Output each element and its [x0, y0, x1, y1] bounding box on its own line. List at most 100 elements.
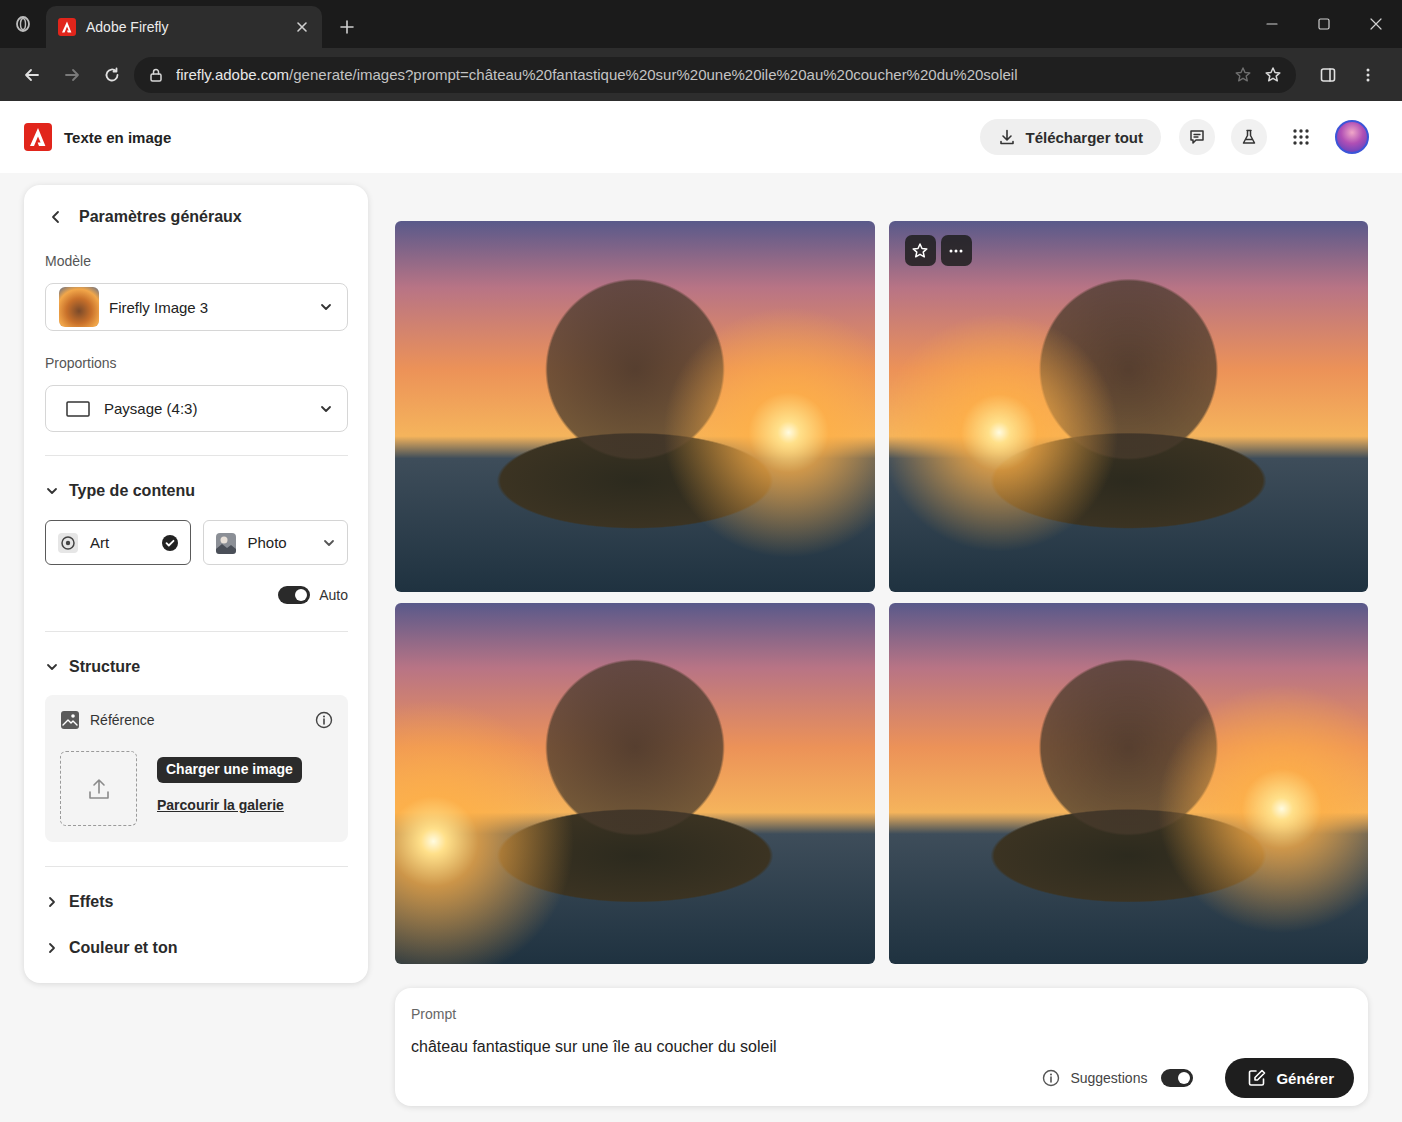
model-value[interactable]: Firefly Image 3 [109, 299, 309, 316]
reload-button[interactable] [92, 57, 132, 93]
prompt-input[interactable]: château fantastique sur une île au couch… [411, 1036, 1354, 1058]
section-title[interactable]: Type de contenu [69, 482, 195, 500]
image-dropzone[interactable] [60, 751, 137, 826]
browser-logo[interactable] [0, 0, 46, 48]
maximize-button[interactable] [1298, 0, 1350, 48]
expand-chevron-icon[interactable] [45, 484, 59, 498]
dropdown-chevron-icon[interactable] [319, 402, 333, 416]
close-window-button[interactable] [1350, 0, 1402, 48]
tab-label[interactable]: Adobe Firefly [86, 19, 284, 35]
bookmark-star-icon[interactable] [1264, 66, 1282, 84]
reference-title: Référence [90, 712, 305, 728]
url-host[interactable]: firefly.adobe.com [176, 66, 289, 83]
browser-logo-icon [15, 16, 31, 32]
content-type-option[interactable]: Photo [203, 520, 349, 565]
auto-toggle[interactable] [278, 586, 310, 604]
section-title[interactable]: Couleur et ton [69, 939, 177, 957]
divider [45, 455, 348, 456]
browse-gallery-link[interactable]: Parcourir la galerie [157, 797, 284, 813]
model-label: Modèle [45, 251, 348, 271]
section-header[interactable]: Couleur et ton [45, 936, 348, 960]
download-all-button[interactable]: Télécharger tout [980, 119, 1161, 155]
generate-label[interactable]: Générer [1276, 1070, 1334, 1087]
browser-tab[interactable]: Adobe Firefly [46, 6, 322, 48]
forward-button[interactable] [52, 57, 92, 93]
info-icon[interactable] [1042, 1069, 1060, 1087]
more-options-button[interactable] [941, 235, 972, 266]
section-title[interactable]: Structure [69, 658, 140, 676]
results-area: Promptchâteau fantastique sur une île au… [395, 185, 1368, 1106]
browser-menu-button[interactable] [1348, 57, 1388, 93]
expand-chevron-icon[interactable] [45, 660, 59, 674]
toggle-knob [1178, 1072, 1190, 1084]
download-icon [998, 128, 1016, 146]
translate-icon[interactable] [1234, 66, 1252, 84]
suggestions-toggle[interactable] [1161, 1069, 1193, 1087]
upload-image-button[interactable]: Charger une image [157, 757, 302, 783]
new-tab-button[interactable] [322, 6, 372, 48]
proportions-label: Proportions [45, 353, 348, 373]
address-bar[interactable]: firefly.adobe.com/generate/images?prompt… [134, 57, 1296, 93]
photo-icon [215, 532, 237, 554]
back-arrow-icon [23, 66, 41, 84]
labs-button[interactable] [1231, 119, 1267, 155]
feedback-button[interactable] [1179, 119, 1215, 155]
section-title[interactable]: Effets [69, 893, 113, 911]
reference-icon [60, 710, 80, 730]
generate-button[interactable]: Générer [1225, 1058, 1354, 1098]
download-all-label[interactable]: Télécharger tout [1025, 129, 1143, 146]
auto-label[interactable]: Auto [319, 587, 348, 603]
side-panel-icon [1319, 66, 1337, 84]
section-header[interactable]: Effets [45, 890, 348, 914]
site-info-icon[interactable] [148, 67, 164, 83]
art-icon [57, 532, 79, 554]
browser-toolbar: firefly.adobe.com/generate/images?prompt… [0, 48, 1402, 101]
model-thumbnail [59, 287, 99, 327]
reference-row: Référence [60, 709, 333, 731]
back-chevron-icon[interactable] [49, 210, 63, 224]
generated-image[interactable] [395, 603, 875, 964]
image-grid [395, 221, 1368, 964]
url-path[interactable]: /generate/images?prompt=château%20fantas… [289, 66, 1017, 83]
toggle-knob [295, 589, 307, 601]
settings-header[interactable]: Paramètres généraux [45, 205, 348, 229]
back-button[interactable] [12, 57, 52, 93]
reload-icon [103, 66, 121, 84]
content-type-options: Art Photo [45, 520, 348, 565]
expand-chevron-icon[interactable] [45, 941, 59, 955]
settings-panel: Paramètres généraux Modèle Firefly Image 3… [24, 185, 368, 983]
model-select[interactable]: Firefly Image 3 [45, 283, 348, 331]
generated-image[interactable] [395, 221, 875, 592]
divider [45, 866, 348, 867]
content-type-option[interactable]: Art [45, 520, 191, 565]
minimize-button[interactable] [1246, 0, 1298, 48]
expand-chevron-icon[interactable] [45, 895, 59, 909]
adobe-logo-icon[interactable] [24, 123, 52, 151]
tab-close-icon[interactable] [294, 19, 310, 35]
url-text[interactable]: firefly.adobe.com/generate/images?prompt… [176, 66, 1222, 83]
proportions-select[interactable]: Paysage (4:3) [45, 385, 348, 432]
option-label[interactable]: Art [90, 534, 150, 551]
generated-image[interactable] [889, 603, 1369, 964]
content-type-header[interactable]: Type de contenu [45, 479, 348, 503]
info-icon[interactable] [315, 711, 333, 729]
side-panel-button[interactable] [1308, 57, 1348, 93]
proportions-value[interactable]: Paysage (4:3) [104, 400, 305, 417]
option-label[interactable]: Photo [248, 534, 312, 551]
minimize-icon [1265, 17, 1279, 31]
image-tools [905, 235, 972, 266]
edit-icon [1247, 1068, 1267, 1088]
user-avatar[interactable] [1335, 120, 1369, 154]
app-title: Texte en image [64, 129, 171, 146]
app-header: Texte en image Télécharger tout [0, 101, 1402, 173]
apps-button[interactable] [1283, 119, 1319, 155]
settings-title: Paramètres généraux [79, 208, 242, 226]
dropdown-chevron-icon[interactable] [322, 536, 336, 550]
browser-tab-bar: Adobe Firefly [0, 0, 1402, 48]
generated-image[interactable] [889, 221, 1369, 592]
dropdown-chevron-icon[interactable] [319, 300, 333, 314]
favorite-button[interactable] [905, 235, 936, 266]
more-dots-icon [947, 242, 965, 260]
structure-header[interactable]: Structure [45, 655, 348, 679]
forward-arrow-icon [63, 66, 81, 84]
